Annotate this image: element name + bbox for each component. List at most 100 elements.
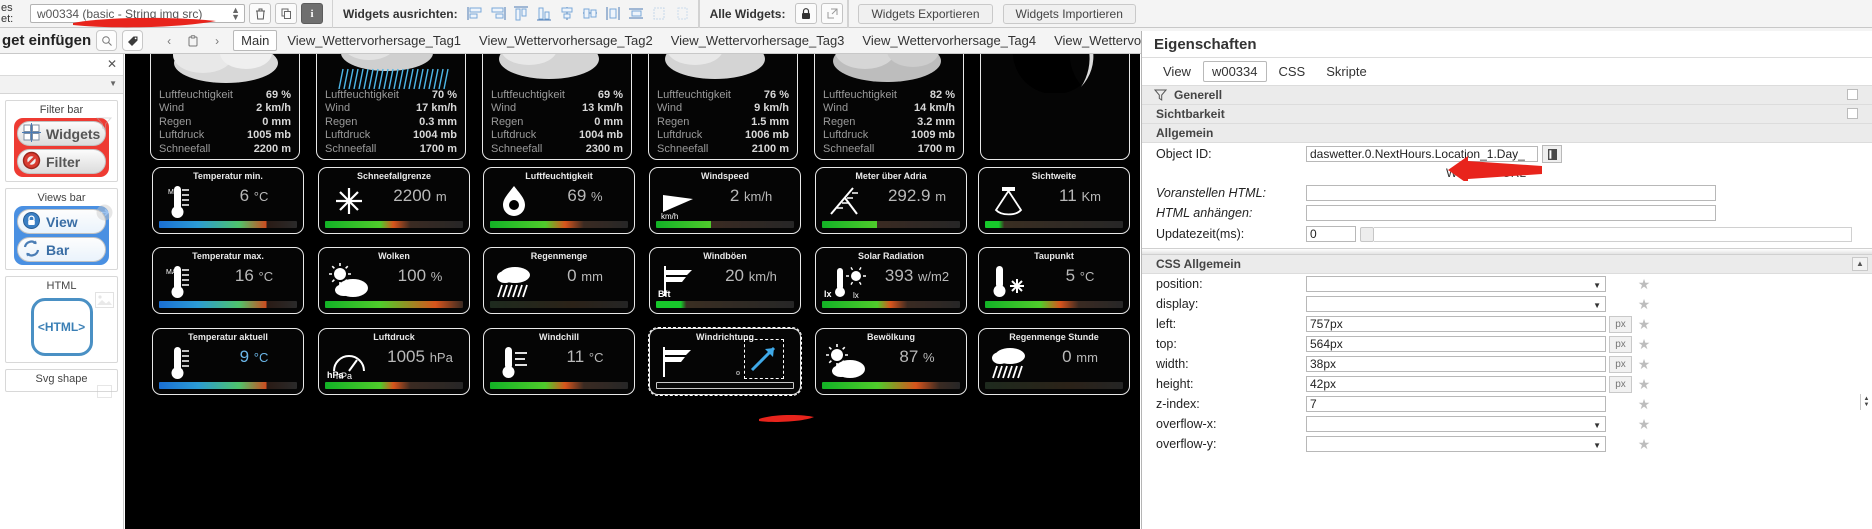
delete-widget-button[interactable]	[249, 3, 271, 24]
section-css-allgemein[interactable]: CSS Allgemein ▲	[1142, 255, 1872, 274]
metric-tile[interactable]: Temperatur max. MAX 16 °C	[152, 247, 304, 314]
forecast-day-tile[interactable]: Luftfeuchtigkeit 70 % Wind 17 km/h Regen 0.3 …	[316, 54, 466, 160]
metric-tile[interactable]: Windspeed km/h 2 km/h	[649, 167, 801, 234]
metric-tile[interactable]: Solar Radiation lx 393 w/m2 lx	[815, 247, 967, 314]
metric-tile[interactable]: Windchill 11 °C	[483, 328, 635, 395]
star-icon[interactable]: ★	[1636, 356, 1652, 372]
expand-all-button[interactable]	[821, 3, 844, 24]
forecast-day-tile[interactable]: Luftfeuchtigkeit 76 % Wind 9 km/h Regen 1.5 m…	[648, 54, 798, 160]
align-right-button[interactable]	[489, 4, 508, 24]
view-tab[interactable]: View_Wettervorhersage_Tag1	[279, 30, 469, 51]
next-view-button[interactable]: ›	[205, 29, 230, 52]
metric-tile[interactable]: Temperatur min. MIN 6 °C	[152, 167, 304, 234]
lock-all-button[interactable]	[795, 3, 818, 24]
css-property-input[interactable]: 38px	[1306, 356, 1606, 372]
prepend-html-input[interactable]	[1306, 185, 1716, 201]
distribute-horizontal-button[interactable]	[604, 4, 623, 24]
update-time-input[interactable]: 0	[1306, 226, 1356, 242]
metric-tile[interactable]: Bewölkung 87 %	[815, 328, 967, 395]
forecast-day-tile[interactable]: Luftfeuchtigkeit 82 % Wind 14 km/h Regen 3.2 …	[814, 54, 964, 160]
view-tab[interactable]: Main	[233, 30, 278, 51]
metric-tile[interactable]: Windböen 20 km/h Bft	[649, 247, 801, 314]
css-property-unit[interactable]: px	[1609, 375, 1632, 393]
section-checkbox[interactable]	[1847, 89, 1858, 100]
star-icon[interactable]: ★	[1636, 336, 1652, 352]
close-icon[interactable]: ✕	[107, 57, 117, 71]
css-property-unit[interactable]: px	[1609, 355, 1632, 373]
palette-item-widgets[interactable]: Widgets	[17, 121, 106, 146]
css-property-input[interactable]: ▼	[1306, 436, 1606, 452]
properties-tab[interactable]: View	[1154, 61, 1200, 82]
palette-search-row[interactable]: ✕	[0, 54, 123, 76]
star-icon[interactable]: ★	[1636, 416, 1652, 432]
append-html-input[interactable]	[1306, 205, 1716, 221]
align-center-horizontal-button[interactable]	[581, 4, 600, 24]
import-widgets-button[interactable]: Widgets Importieren	[1002, 3, 1136, 24]
section-allgemein[interactable]: Allgemein	[1142, 124, 1872, 143]
database-icon[interactable]	[1542, 145, 1562, 163]
align-center-vertical-button[interactable]	[558, 4, 577, 24]
magnifier-icon[interactable]	[96, 30, 118, 51]
star-icon[interactable]: ★	[1636, 296, 1652, 312]
selected-widget-handle[interactable]	[744, 339, 784, 379]
css-property-unit[interactable]: px	[1609, 315, 1632, 333]
css-property-input[interactable]: 757px	[1306, 316, 1606, 332]
forecast-day-tile[interactable]: Luftfeuchtigkeit 69 % Wind 13 km/h Regen 0 mm…	[482, 54, 632, 160]
palette-item-bar[interactable]: Bar	[17, 237, 106, 262]
star-icon[interactable]: ★	[1636, 376, 1652, 392]
palette-item-html[interactable]: <HTML>	[30, 298, 93, 356]
properties-tab[interactable]: Skripte	[1317, 61, 1375, 82]
view-tab[interactable]: View_Wettervorhersage_Tag3	[663, 30, 853, 51]
export-widgets-button[interactable]: Widgets Exportieren	[858, 3, 993, 24]
metric-tile[interactable]: Wolken 100 %	[318, 247, 470, 314]
metric-tile[interactable]: Windrichtung	[648, 327, 802, 396]
css-property-input[interactable]: 7 ▲ ▼	[1306, 394, 1869, 412]
palette-item-view[interactable]: View	[17, 209, 106, 234]
object-id-input[interactable]: daswetter.0.NextHours.Location_1.Day_	[1306, 146, 1538, 162]
properties-tab[interactable]: w00334	[1202, 61, 1267, 82]
chevron-down-icon[interactable]: ▼	[109, 79, 117, 88]
forecast-day-tile[interactable]: Luftfeuchtigkeit 69 % Wind 2 km/h Regen 0 mm L…	[150, 54, 300, 160]
prev-view-button[interactable]: ‹	[157, 29, 182, 52]
css-property-input[interactable]: ▼	[1306, 276, 1606, 292]
widget-select[interactable]: w00334 (basic - String img src) ▲ ▼	[30, 4, 245, 23]
metric-tile[interactable]: Luftdruck hPa 1005 hPa hPa	[318, 328, 470, 395]
chevron-down-icon[interactable]: ▼	[1593, 419, 1601, 431]
css-property-input[interactable]: ▼	[1306, 416, 1606, 432]
forecast-day-tile[interactable]	[980, 54, 1130, 160]
palette-item-filter[interactable]: Filter	[17, 149, 106, 174]
same-height-button[interactable]	[673, 4, 692, 24]
section-sichtbarkeit[interactable]: Sichtbarkeit	[1142, 105, 1872, 124]
view-canvas[interactable]: Luftfeuchtigkeit 69 % Wind 2 km/h Regen 0 mm L…	[125, 54, 1140, 529]
section-checkbox[interactable]	[1847, 108, 1858, 119]
align-bottom-button[interactable]	[535, 4, 554, 24]
palette-subbar[interactable]: ▼	[0, 76, 123, 94]
css-property-input[interactable]: 42px	[1306, 376, 1606, 392]
metric-tile[interactable]: Sichtweite 11 Km	[978, 167, 1130, 234]
properties-tab[interactable]: CSS	[1270, 61, 1315, 82]
chevron-down-icon[interactable]: ▼	[1593, 279, 1601, 291]
same-width-button[interactable]	[650, 4, 669, 24]
update-time-slider-handle[interactable]	[1360, 226, 1374, 242]
tag-icon[interactable]	[122, 30, 144, 51]
metric-tile[interactable]: Regenmenge Stunde 0 mm	[978, 328, 1130, 395]
copy-widget-button[interactable]	[275, 3, 297, 24]
star-icon[interactable]: ★	[1636, 396, 1652, 412]
metric-tile[interactable]: Meter über Adria 292.9 m	[815, 167, 967, 234]
star-icon[interactable]: ★	[1636, 316, 1652, 332]
section-generell[interactable]: Generell	[1142, 86, 1872, 105]
chevron-down-icon[interactable]: ▼	[1593, 439, 1601, 451]
metric-tile[interactable]: Regenmenge 0 mm	[483, 247, 635, 314]
star-icon[interactable]: ★	[1636, 276, 1652, 292]
metric-tile[interactable]: Schneefallgrenze 2200 m	[318, 167, 470, 234]
info-button[interactable]: i	[301, 3, 323, 24]
chevron-up-icon[interactable]: ▲	[1852, 257, 1868, 271]
css-property-input[interactable]: 564px	[1306, 336, 1606, 352]
view-tab[interactable]: View_Wettervorhersage_Tag2	[471, 30, 661, 51]
chevron-down-icon[interactable]: ▼	[1593, 299, 1601, 311]
metric-tile[interactable]: Taupunkt 5 °C	[978, 247, 1130, 314]
star-icon[interactable]: ★	[1636, 436, 1652, 452]
paste-view-button[interactable]	[181, 29, 206, 52]
align-top-button[interactable]	[512, 4, 531, 24]
metric-tile[interactable]: Luftfeuchtigkeit 69 %	[483, 167, 635, 234]
